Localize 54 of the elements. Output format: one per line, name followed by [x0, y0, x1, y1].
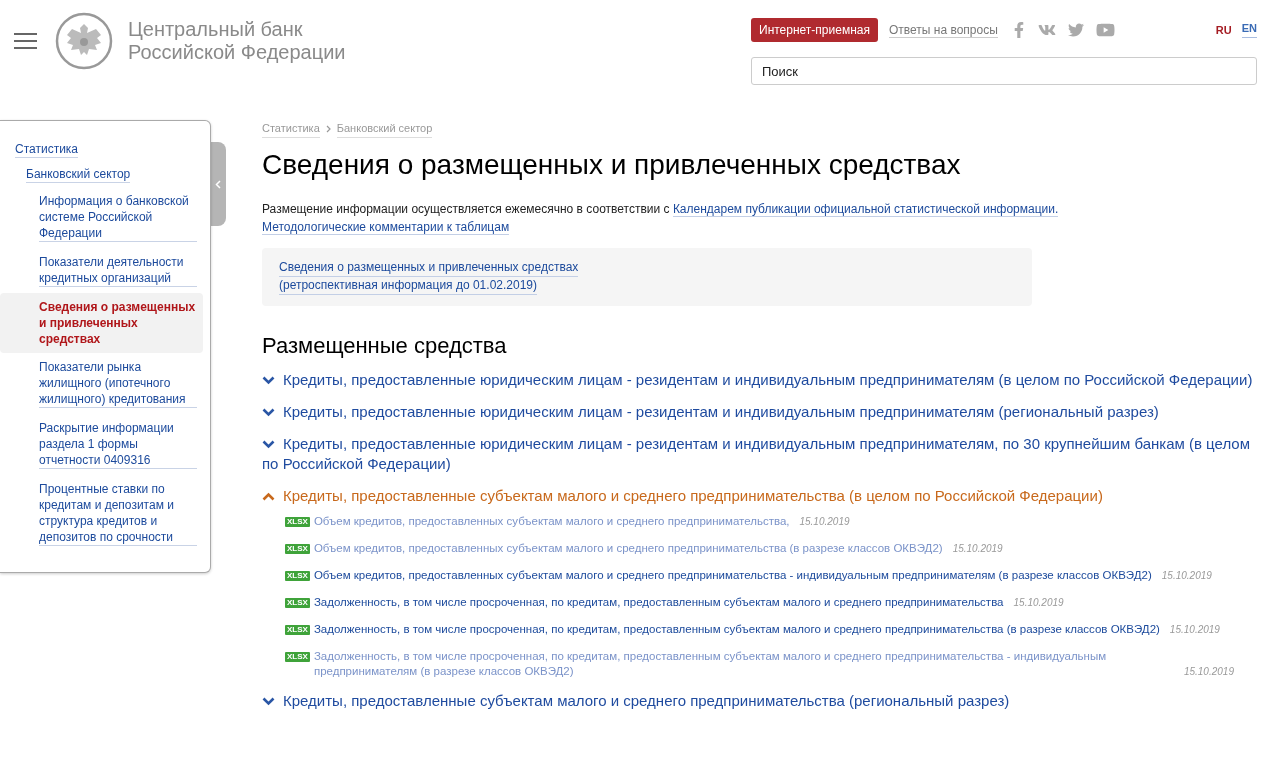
chevron-down-icon: [262, 696, 275, 706]
file-date: 15.10.2019: [1169, 622, 1220, 637]
file-date: 15.10.2019: [1161, 568, 1212, 583]
file-type-badge: XLSX: [285, 597, 310, 608]
search-field[interactable]: Поиск: [751, 57, 1257, 85]
sidebar-link[interactable]: Показатели деятельности кредитных организаций: [39, 254, 197, 287]
sidebar-link[interactable]: Информация о банковской системе Российской Федерации: [39, 193, 197, 242]
bank-name-text: Российской Федерации: [128, 41, 346, 64]
retro-info-link[interactable]: (ретроспективная информация до 01.02.2019): [279, 276, 537, 295]
sidebar-link[interactable]: Раскрытие информации раздела 1 формы отчетности 0409316: [39, 420, 197, 469]
chevron-up-icon: [262, 491, 275, 501]
accordion-link[interactable]: Кредиты, предоставленные юридическим лицам - резидентам и индивидуальным предпринимателям (в целом по Российской Федерации): [262, 369, 1253, 390]
file-link[interactable]: Задолженность, в том числе просроченная, по кредитам, предоставленным субъектам малого и среднего предпринимательства (в разрезе классов ОКВЭД2): [313, 621, 1160, 637]
language-link[interactable]: EN: [1241, 21, 1257, 39]
chevron-right-icon: [325, 124, 331, 133]
sidebar-link[interactable]: Банковский сектор: [26, 166, 131, 183]
file-date: 15.10.2019: [1013, 595, 1064, 610]
bank-name-text: Центральный банк: [128, 18, 304, 41]
chevron-down-icon: [262, 375, 275, 385]
vk-icon[interactable]: [1037, 22, 1056, 38]
file-type-badge: XLSX: [285, 516, 310, 527]
sidebar-link[interactable]: Показатели рынка жилищного (ипотечного жилищного) кредитования: [39, 359, 197, 408]
page-title: Сведения о размещенных и привлеченных средствах: [262, 147, 962, 182]
file-type-badge: XLSX: [285, 624, 310, 635]
accordion-link[interactable]: Кредиты, предоставленные юридическим лицам - резидентам и индивидуальным предпринимателям, по 30 крупнейшим банкам (в целом по Российской Федерации): [262, 433, 1262, 474]
sidebar-link[interactable]: Процентные ставки по кредитам и депозитам и структура кредитов и депозитов по срочности: [39, 481, 197, 546]
file-type-badge: XLSX: [285, 543, 310, 554]
calendar-link[interactable]: Календарем публикации официальной статистической информации.: [672, 201, 1059, 217]
file-date: 15.10.2019: [799, 514, 850, 529]
methodology-link[interactable]: Методологические комментарии к таблицам: [262, 219, 510, 235]
intro-text: Размещение информации осуществляется ежемесячно в соответствии с: [262, 201, 671, 216]
sidebar-link[interactable]: Статистика: [15, 141, 79, 158]
file-link[interactable]: Объем кредитов, предоставленных субъектам малого и среднего предпринимательства - индивидуальным предпринимателям (в разрезе классов ОКВЭД2): [313, 567, 1152, 583]
youtube-icon[interactable]: [1095, 21, 1115, 39]
chevron-down-icon: [262, 439, 275, 449]
reception-button[interactable]: Интернет-приемная: [751, 18, 878, 42]
file-type-badge: XLSX: [285, 651, 310, 662]
faq-link[interactable]: Ответы на вопросы: [888, 22, 998, 38]
chevron-down-icon: [262, 407, 275, 417]
file-type-badge: XLSX: [285, 570, 310, 581]
file-date: 15.10.2019: [1183, 664, 1234, 679]
accordion-link[interactable]: Кредиты, предоставленные субъектам малого и среднего предпринимательства (региональный разрез): [262, 690, 1010, 711]
retro-info-link[interactable]: Сведения о размещенных и привлеченных средствах: [279, 258, 579, 277]
file-link[interactable]: Задолженность, в том числе просроченная, по кредитам, предоставленным субъектам малого и среднего предпринимательства: [313, 594, 1004, 610]
menu-icon[interactable]: [14, 33, 37, 49]
facebook-icon[interactable]: [1013, 22, 1024, 38]
accordion-link[interactable]: Кредиты, предоставленные субъектам малого и среднего предпринимательства (в целом по Российской Федерации): [262, 485, 1103, 506]
twitter-icon[interactable]: [1067, 22, 1084, 38]
emblem-icon: [55, 12, 113, 70]
language-link[interactable]: RU: [1215, 21, 1232, 39]
section-heading: Размещенные средства: [262, 331, 508, 360]
file-date: 15.10.2019: [952, 541, 1003, 556]
accordion-link[interactable]: Кредиты, предоставленные юридическим лицам - резидентам и индивидуальным предпринимателям (региональный разрез): [262, 401, 1159, 422]
chevron-left-icon: [215, 179, 221, 189]
